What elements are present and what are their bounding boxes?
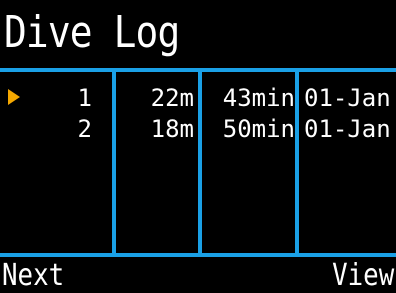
next-button[interactable]: Next [2, 259, 64, 293]
table-row[interactable]: 2 18m 50min 01-Jan [0, 115, 396, 143]
dive-number: 1 [77, 84, 92, 112]
dive-date: 01-Jan [304, 84, 391, 112]
view-button[interactable]: View [332, 259, 394, 293]
log-table-grid [0, 0, 396, 293]
dive-depth: 18m [150, 115, 194, 143]
dive-depth: 22m [150, 84, 194, 112]
dive-number: 2 [77, 115, 92, 143]
triangle-right-icon [8, 89, 20, 105]
dive-duration: 43min [222, 84, 295, 112]
table-row[interactable]: 1 22m 43min 01-Jan [0, 84, 396, 112]
dive-duration: 50min [222, 115, 295, 143]
dive-date: 01-Jan [304, 115, 391, 143]
